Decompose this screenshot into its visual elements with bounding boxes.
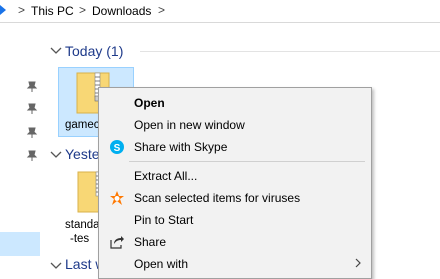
- menu-item-label: Share with Skype: [134, 140, 228, 154]
- address-bar[interactable]: > This PC > Downloads >: [0, 0, 440, 23]
- chevron-down-icon[interactable]: [50, 47, 62, 55]
- file-name[interactable]: gamec: [65, 118, 100, 132]
- group-header-yesterday[interactable]: Yeste: [65, 146, 100, 162]
- menu-item-open-with[interactable]: Open with: [99, 253, 371, 275]
- menu-item-share[interactable]: Share: [99, 231, 371, 253]
- pin-icon[interactable]: [26, 81, 38, 93]
- menu-item-label: Extract All...: [134, 169, 198, 183]
- menu-item-label: Open with: [134, 257, 189, 271]
- navigation-pane: [0, 23, 46, 273]
- menu-item-label: Scan selected items for viruses: [134, 191, 301, 205]
- svg-text:S: S: [114, 143, 121, 154]
- chevron-down-icon[interactable]: [50, 262, 62, 270]
- pin-icon[interactable]: [26, 103, 38, 115]
- menu-item-label: Open: [134, 96, 165, 110]
- chevron-down-icon[interactable]: [50, 151, 62, 159]
- menu-item-label: Pin to Start: [134, 213, 194, 227]
- breadcrumb-downloads[interactable]: Downloads: [92, 4, 151, 18]
- file-name[interactable]: standa: [65, 218, 100, 232]
- breadcrumb-separator[interactable]: >: [158, 3, 165, 17]
- menu-item-share-with-skype[interactable]: S Share with Skype: [99, 136, 371, 158]
- pin-icon[interactable]: [26, 150, 38, 162]
- menu-item-pin-to-start[interactable]: Pin to Start: [99, 209, 371, 231]
- breadcrumb-separator[interactable]: >: [79, 3, 86, 17]
- menu-item-open-new-window[interactable]: Open in new window: [99, 114, 371, 136]
- skype-icon: S: [110, 140, 124, 154]
- menu-item-label: Open in new window: [134, 118, 245, 132]
- file-name[interactable]: -tes: [70, 232, 89, 246]
- menu-item-scan-viruses[interactable]: Scan selected items for viruses: [99, 187, 371, 209]
- menu-item-open[interactable]: Open: [99, 92, 371, 114]
- nav-item-selected[interactable]: [0, 232, 40, 256]
- breadcrumb-separator[interactable]: >: [18, 3, 25, 17]
- menu-item-label: Share: [134, 235, 167, 249]
- avast-icon: [110, 191, 124, 205]
- breadcrumb-this-pc[interactable]: This PC: [31, 4, 74, 18]
- share-icon: [110, 236, 124, 249]
- group-divider: [140, 51, 440, 52]
- menu-item-extract-all[interactable]: Extract All...: [99, 165, 371, 187]
- arrow-down-icon[interactable]: [0, 3, 8, 17]
- context-menu: Open Open in new window S Share with Sky…: [98, 87, 372, 279]
- chevron-right-icon: [355, 258, 361, 268]
- group-header-today[interactable]: Today (1): [65, 43, 123, 59]
- menu-separator: [129, 161, 365, 162]
- pin-icon[interactable]: [26, 127, 38, 139]
